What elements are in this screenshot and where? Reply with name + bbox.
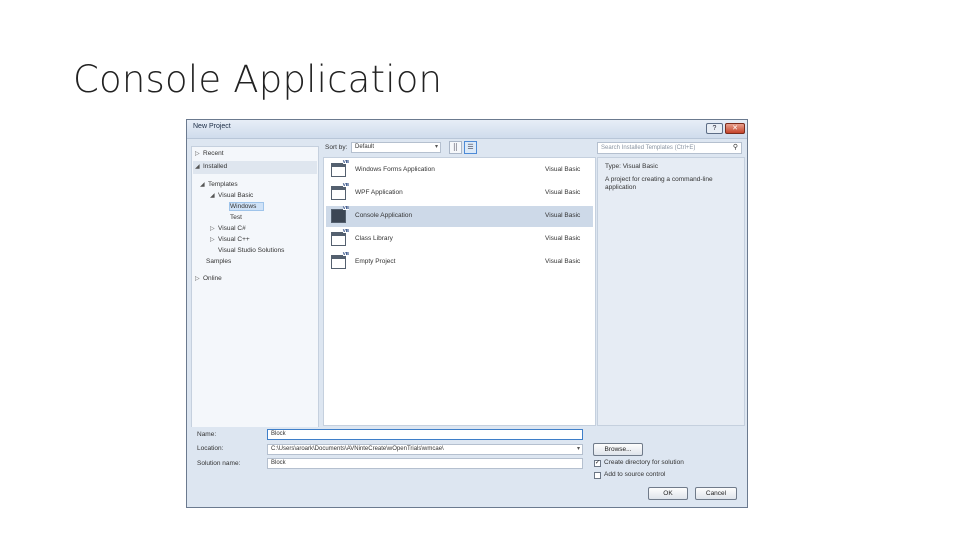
list-view-icon[interactable]: ☰ bbox=[464, 141, 477, 154]
tree-item-visual-basic[interactable]: ◢ Visual Basic bbox=[210, 192, 253, 199]
template-name: Console Application bbox=[355, 212, 413, 219]
cancel-button[interactable]: Cancel bbox=[695, 487, 737, 500]
template-language: Visual Basic bbox=[545, 189, 581, 196]
search-placeholder: Search Installed Templates (Ctrl+E) bbox=[601, 145, 696, 151]
tree-label: Recent bbox=[203, 150, 224, 157]
expand-arrow-icon: ▷ bbox=[210, 226, 215, 232]
class-library-icon: VB bbox=[331, 228, 349, 246]
expand-arrow-icon: ▷ bbox=[195, 151, 200, 157]
tree-item-installed[interactable]: ◢ Installed bbox=[195, 163, 227, 170]
template-language: Visual Basic bbox=[545, 235, 581, 242]
template-name: WPF Application bbox=[355, 189, 403, 196]
template-description: A project for creating a command-line ap… bbox=[605, 176, 713, 191]
template-name: Empty Project bbox=[355, 258, 396, 265]
template-name: Class Library bbox=[355, 235, 393, 242]
expand-arrow-icon: ▷ bbox=[210, 237, 215, 243]
small-icons-view-icon[interactable]: ⣿ bbox=[449, 141, 462, 154]
location-value: C:\Users\aroark\Documents\AVNinteCreate\… bbox=[271, 446, 444, 452]
template-language: Visual Basic bbox=[545, 258, 581, 265]
expand-arrow-icon: ▷ bbox=[195, 276, 200, 282]
search-icon: ⚲ bbox=[732, 144, 738, 151]
template-name: Windows Forms Application bbox=[355, 166, 435, 173]
location-label: Location: bbox=[197, 445, 224, 452]
search-input[interactable]: Search Installed Templates (Ctrl+E) ⚲ bbox=[597, 142, 742, 154]
tree-item-vs-solutions[interactable]: Visual Studio Solutions bbox=[218, 247, 284, 254]
location-input[interactable]: C:\Users\aroark\Documents\AVNinteCreate\… bbox=[267, 444, 583, 455]
template-item-wpf[interactable]: VB WPF Application Visual Basic bbox=[326, 182, 593, 204]
empty-project-icon: VB bbox=[331, 251, 349, 269]
solution-name-label: Solution name: bbox=[197, 460, 241, 467]
dropdown-arrow-icon: ▾ bbox=[576, 446, 580, 452]
source-control-checkbox[interactable] bbox=[594, 472, 601, 479]
help-button[interactable]: ? bbox=[706, 123, 723, 134]
windows-forms-icon: VB bbox=[331, 159, 349, 177]
solution-name-input[interactable]: Block bbox=[267, 458, 583, 469]
source-control-label: Add to source control bbox=[604, 471, 666, 478]
type-label: Type: bbox=[605, 163, 621, 170]
template-language: Visual Basic bbox=[545, 212, 581, 219]
template-item-class-library[interactable]: VB Class Library Visual Basic bbox=[326, 228, 593, 250]
name-label: Name: bbox=[197, 431, 217, 438]
sort-value: Default bbox=[355, 144, 375, 150]
sort-select[interactable]: Default ▾ bbox=[351, 142, 441, 153]
dropdown-arrow-icon: ▾ bbox=[434, 144, 438, 150]
sort-toolbar: Sort by: Default ▾ ⣿ ☰ bbox=[323, 141, 595, 157]
template-item-console[interactable]: VB Console Application Visual Basic bbox=[326, 205, 593, 227]
create-directory-checkbox[interactable]: ✓ bbox=[594, 460, 601, 467]
tree-item-templates[interactable]: ◢ Templates bbox=[200, 181, 238, 188]
project-form: Name: Block Location: C:\Users\aroark\Do… bbox=[187, 427, 747, 507]
dialog-title: New Project bbox=[193, 123, 231, 130]
template-language: Visual Basic bbox=[545, 166, 581, 173]
tree-item-windows[interactable]: Windows bbox=[230, 203, 256, 210]
ok-button[interactable]: OK bbox=[648, 487, 688, 500]
template-item-empty-project[interactable]: VB Empty Project Visual Basic bbox=[326, 251, 593, 273]
new-project-dialog: New Project ? ✕ ▷ Recent ◢ Installed ◢ Temp… bbox=[186, 119, 748, 508]
collapse-arrow-icon: ◢ bbox=[210, 193, 215, 199]
type-line: Type: Visual Basic bbox=[605, 163, 658, 170]
tree-label: Visual Basic bbox=[218, 192, 254, 199]
sort-label: Sort by: bbox=[325, 144, 348, 151]
create-directory-label: Create directory for solution bbox=[604, 459, 684, 466]
tree-label: Templates bbox=[208, 181, 238, 188]
tree-item-online[interactable]: ▷ Online bbox=[195, 275, 222, 282]
tree-label: Visual C# bbox=[218, 225, 246, 232]
browse-button[interactable]: Browse... bbox=[593, 443, 643, 456]
close-button[interactable]: ✕ bbox=[725, 123, 745, 134]
tree-label: Online bbox=[203, 275, 222, 282]
template-list: VB Windows Forms Application Visual Basi… bbox=[323, 157, 596, 426]
name-input[interactable]: Block bbox=[267, 429, 583, 440]
tree-label: Visual C++ bbox=[218, 236, 250, 243]
slide-title: Console Application bbox=[73, 58, 443, 101]
tree-item-visual-cpp[interactable]: ▷ Visual C++ bbox=[210, 236, 250, 243]
dialog-titlebar: New Project ? ✕ bbox=[187, 120, 747, 139]
wpf-icon: VB bbox=[331, 182, 349, 200]
template-item-windows-forms[interactable]: VB Windows Forms Application Visual Basi… bbox=[326, 159, 593, 181]
type-value: Visual Basic bbox=[622, 163, 659, 170]
template-details: Type: Visual Basic A project for creatin… bbox=[597, 157, 745, 426]
collapse-arrow-icon: ◢ bbox=[200, 182, 205, 188]
tree-item-recent[interactable]: ▷ Recent bbox=[195, 150, 224, 157]
tree-item-test[interactable]: Test bbox=[230, 214, 242, 221]
tree-item-samples[interactable]: Samples bbox=[206, 258, 231, 265]
tree-label: Installed bbox=[203, 163, 228, 170]
console-icon: VB bbox=[331, 205, 349, 223]
template-tree: ▷ Recent ◢ Installed ◢ Templates ◢ Visual Ba… bbox=[191, 146, 319, 452]
collapse-arrow-icon: ◢ bbox=[195, 164, 200, 170]
tree-item-visual-csharp[interactable]: ▷ Visual C# bbox=[210, 225, 246, 232]
